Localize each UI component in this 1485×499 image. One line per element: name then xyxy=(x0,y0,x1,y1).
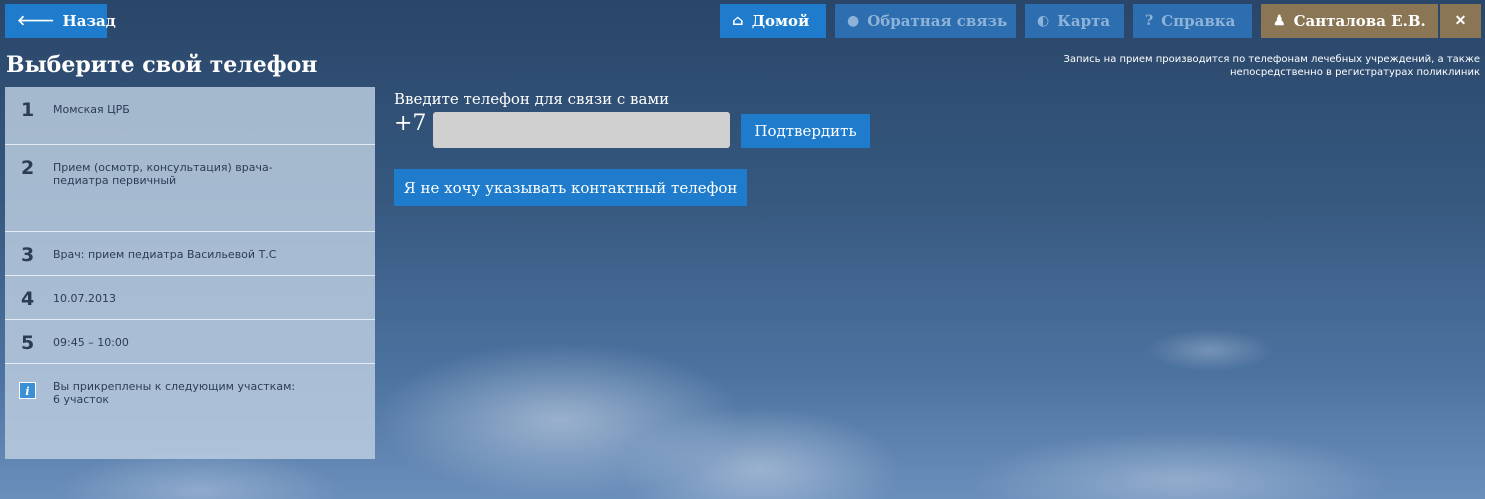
phone-field-label: Введите телефон для связи с вами xyxy=(394,90,670,108)
compass-icon: ◐ xyxy=(1037,13,1050,29)
skip-phone-button[interactable]: Я не хочу указывать контактный телефон xyxy=(394,169,747,206)
appointment-notice: Запись на прием производится по телефона… xyxy=(1063,54,1480,78)
step-number: 2 xyxy=(21,157,35,179)
chat-bubble-icon: ● xyxy=(847,13,860,29)
summary-step-4: 4 10.07.2013 xyxy=(5,276,375,320)
attached-areas-value: 6 участок xyxy=(53,393,110,406)
question-icon: ? xyxy=(1145,13,1154,29)
summary-step-5: 5 09:45 – 10:00 xyxy=(5,320,375,364)
attached-areas-info: i Вы прикреплены к следующим участкам: 6… xyxy=(5,364,375,459)
step-text: 09:45 – 10:00 xyxy=(53,336,129,349)
map-button-label: Карта xyxy=(1057,12,1111,30)
page-title: Выберите свой телефон xyxy=(6,52,318,78)
step-text: Момская ЦРБ xyxy=(53,103,130,116)
arrow-left-icon: 🡐 xyxy=(17,13,55,29)
close-icon: ✕ xyxy=(1454,13,1467,29)
country-code-prefix: +7 xyxy=(394,111,427,136)
user-icon: ♟ xyxy=(1273,13,1286,29)
map-button[interactable]: ◐ Карта xyxy=(1025,4,1124,38)
summary-step-1: 1 Момская ЦРБ xyxy=(5,87,375,145)
summary-step-2: 2 Прием (осмотр, консультация) врача-пед… xyxy=(5,145,375,232)
help-button-label: Справка xyxy=(1161,12,1236,30)
summary-step-3: 3 Врач: прием педиатра Васильевой Т.С xyxy=(5,232,375,276)
step-number: 4 xyxy=(21,288,35,310)
feedback-button-label: Обратная связь xyxy=(867,12,1008,30)
back-button-label: Назад xyxy=(62,12,116,30)
close-button[interactable]: ✕ xyxy=(1440,4,1481,38)
booking-summary-panel: 1 Момская ЦРБ 2 Прием (осмотр, консульта… xyxy=(5,87,375,459)
confirm-button[interactable]: Подтвердить xyxy=(741,114,870,148)
attached-areas-text: Вы прикреплены к следующим участкам: xyxy=(53,380,296,393)
step-text: Прием (осмотр, консультация) врача-педиа… xyxy=(53,161,273,187)
step-text: 10.07.2013 xyxy=(53,292,116,305)
help-button[interactable]: ? Справка xyxy=(1133,4,1252,38)
step-text: Врач: прием педиатра Васильевой Т.С xyxy=(53,248,277,261)
home-icon: ⌂ xyxy=(732,13,744,29)
user-name-label: Санталова Е.В. xyxy=(1293,12,1426,30)
step-number: 5 xyxy=(21,332,35,354)
step-number: 3 xyxy=(21,244,35,266)
feedback-button[interactable]: ● Обратная связь xyxy=(835,4,1016,38)
phone-input[interactable] xyxy=(433,112,730,148)
user-profile-button[interactable]: ♟ Санталова Е.В. xyxy=(1261,4,1438,38)
top-navigation-bar: 🡐 Назад ⌂ Домой ● Обратная связь ◐ Карта… xyxy=(0,0,1485,40)
home-button-label: Домой xyxy=(751,12,810,30)
step-number: 1 xyxy=(21,99,35,121)
home-button[interactable]: ⌂ Домой xyxy=(720,4,826,38)
back-button[interactable]: 🡐 Назад xyxy=(5,4,116,38)
info-icon: i xyxy=(19,382,36,399)
